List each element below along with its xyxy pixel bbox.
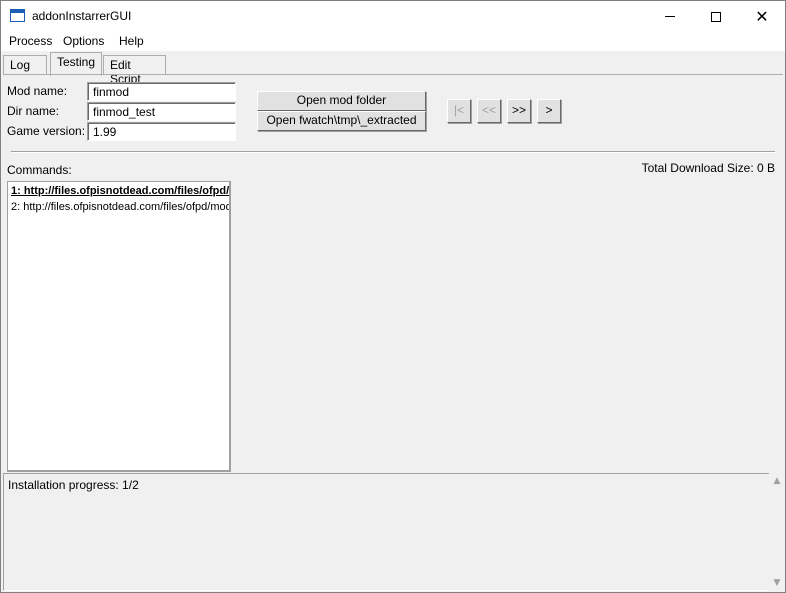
close-icon: ✕ bbox=[755, 6, 769, 26]
dir-name-field[interactable] bbox=[87, 102, 236, 121]
previous-command-button[interactable]: << bbox=[477, 99, 501, 123]
next-command-button[interactable]: > bbox=[537, 99, 561, 123]
window-icon bbox=[10, 9, 25, 22]
tab-panel-border bbox=[3, 74, 783, 75]
commands-label: Commands: bbox=[7, 163, 72, 177]
separator-line bbox=[11, 151, 775, 153]
menu-bar: Process Options Help bbox=[1, 32, 785, 51]
installation-progress-box[interactable]: Installation progress: 1/2 bbox=[3, 473, 771, 591]
open-mod-folder-button[interactable]: Open mod folder bbox=[257, 91, 426, 111]
chevron-up-icon[interactable]: ▲ bbox=[769, 473, 785, 489]
skip-forward-button[interactable]: >> bbox=[507, 99, 531, 123]
tab-strip: Log Testing Edit Script bbox=[1, 51, 785, 86]
tab-log[interactable]: Log bbox=[3, 55, 47, 75]
minimize-icon bbox=[665, 16, 675, 17]
list-item[interactable]: 1: http://files.ofpisnotdead.com/files/o… bbox=[11, 185, 229, 197]
mod-name-label: Mod name: bbox=[7, 84, 68, 98]
tab-log-label: Log bbox=[10, 58, 31, 72]
game-version-field[interactable] bbox=[87, 122, 236, 141]
tab-testing-label: Testing bbox=[57, 55, 96, 69]
total-download-size: Total Download Size: 0 B bbox=[641, 161, 775, 175]
game-version-label: Game version: bbox=[7, 124, 86, 138]
maximize-button[interactable] bbox=[693, 1, 739, 32]
menu-options[interactable]: Options bbox=[63, 34, 104, 48]
close-button[interactable]: ✕ bbox=[739, 1, 785, 32]
menu-process[interactable]: Process bbox=[9, 34, 52, 48]
installation-progress-text: Installation progress: 1/2 bbox=[8, 478, 139, 492]
dir-name-label: Dir name: bbox=[7, 104, 60, 118]
window-title: addonInstarrerGUI bbox=[32, 9, 132, 23]
title-bar[interactable]: addonInstarrerGUI ✕ bbox=[1, 1, 785, 32]
tab-edit-script[interactable]: Edit Script bbox=[103, 55, 166, 86]
first-command-button[interactable]: |< bbox=[447, 99, 471, 123]
mod-name-field[interactable] bbox=[87, 82, 236, 101]
menu-help[interactable]: Help bbox=[119, 34, 144, 48]
tab-testing[interactable]: Testing bbox=[50, 52, 102, 76]
list-item[interactable]: 2: http://files.ofpisnotdead.com/files/o… bbox=[11, 201, 229, 213]
progress-scrollbar[interactable]: ▲ ▼ bbox=[769, 473, 785, 591]
chevron-down-icon[interactable]: ▼ bbox=[769, 575, 785, 591]
main-window: addonInstarrerGUI ✕ Process Options Help… bbox=[0, 0, 786, 593]
maximize-icon bbox=[711, 11, 721, 22]
commands-list[interactable]: 1: http://files.ofpisnotdead.com/files/o… bbox=[7, 181, 231, 472]
minimize-button[interactable] bbox=[647, 1, 693, 32]
open-extracted-button[interactable]: Open fwatch\tmp\_extracted bbox=[257, 111, 426, 131]
